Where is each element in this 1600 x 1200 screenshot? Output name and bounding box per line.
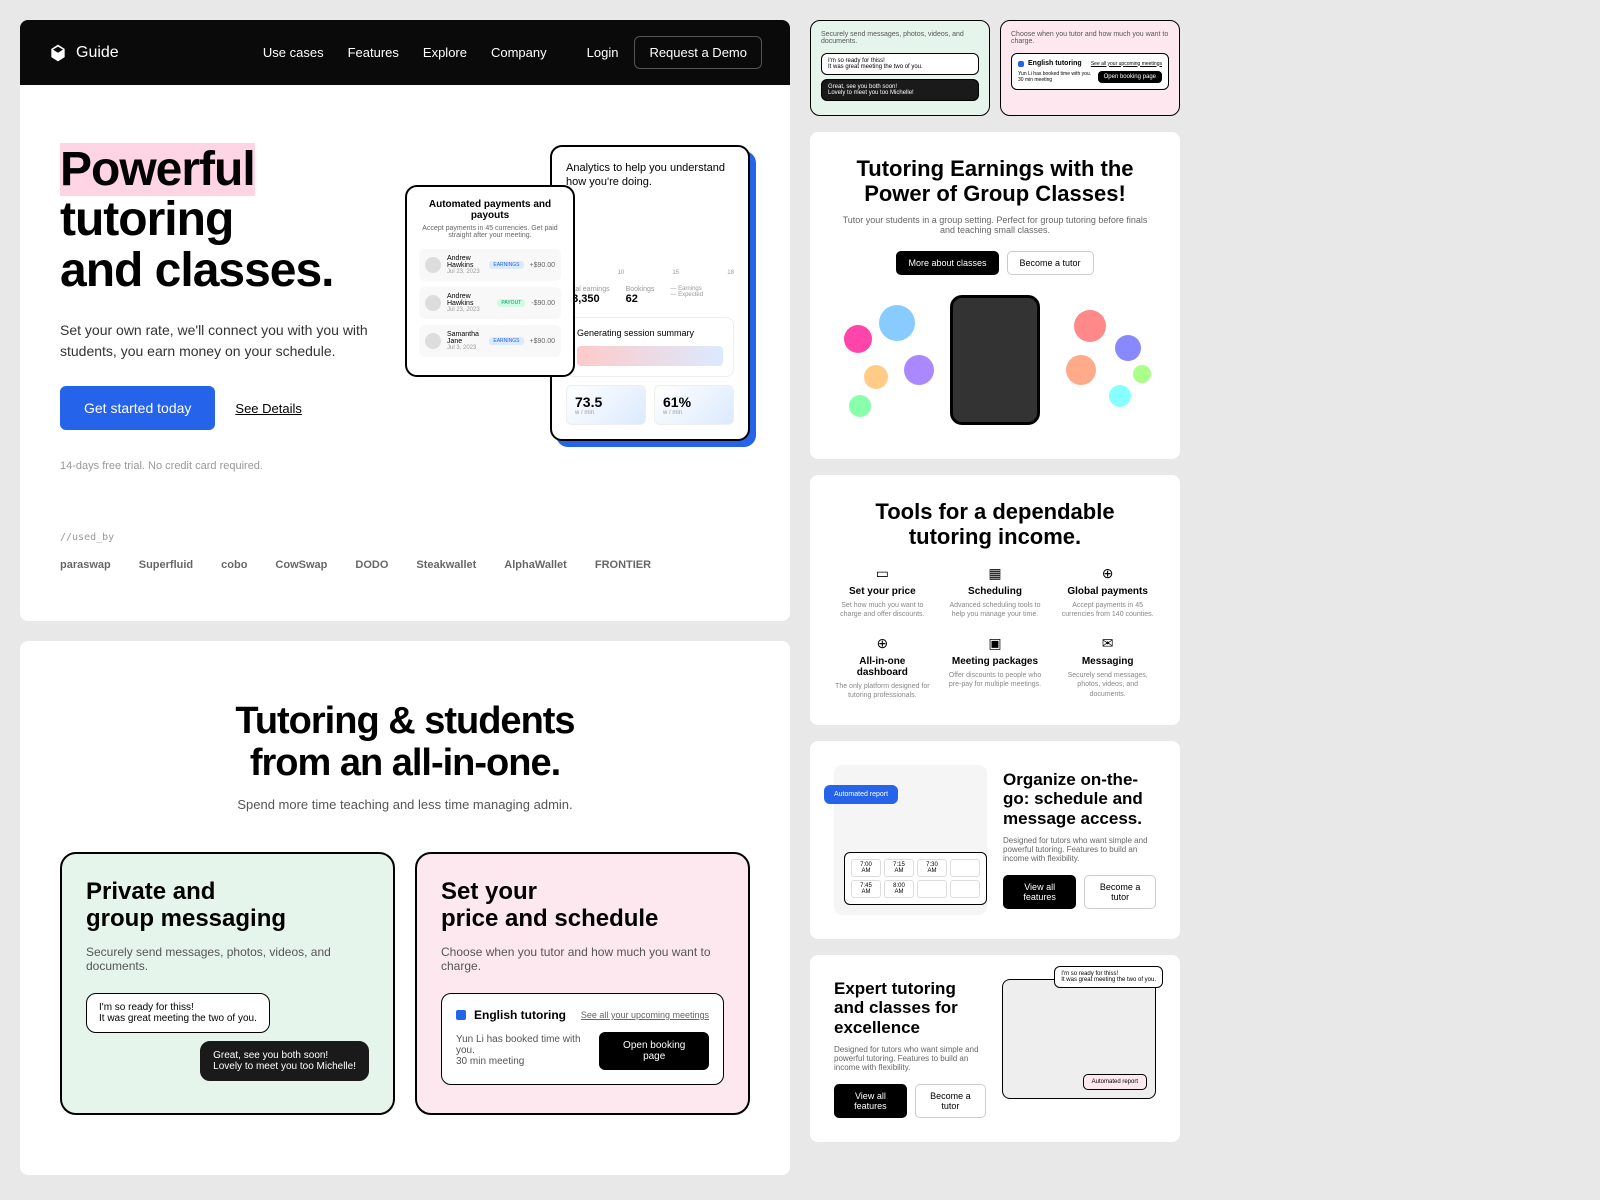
section-title: Expert tutoring and classes for excellen… (834, 979, 986, 1038)
tool-dashboard: ⊕All-in-one dashboardThe only platform d… (834, 635, 931, 700)
hero-section: Powerful tutoring and classes. Set your … (20, 85, 790, 621)
card-icon: ▭ (834, 565, 931, 582)
tool-payments: ⊕Global paymentsAccept payments in 45 cu… (1059, 565, 1156, 619)
logo-steakwallet: Steakwallet (416, 559, 476, 571)
mini-feature-cards: Securely send messages, photos, videos, … (810, 20, 1180, 116)
section-title: Tutoring & studentsfrom an all-in-one. (60, 701, 750, 785)
package-icon: ▣ (947, 635, 1044, 652)
tool-messaging: ✉MessagingSecurely send messages, photos… (1059, 635, 1156, 700)
metric-percent: 61%w / min (654, 385, 734, 425)
logo-superfluid: Superfluid (139, 559, 193, 571)
avatars-cloud (834, 295, 1156, 435)
payment-row: Samantha JaneJul 3, 2023 EARNINGS +$90.0… (419, 325, 561, 357)
square-icon (456, 1010, 466, 1020)
messaging-card: Private andgroup messaging Securely send… (60, 852, 395, 1115)
demo-button[interactable]: Request a Demo (634, 36, 762, 69)
hero-description: Set your own rate, we'll connect you wit… (60, 320, 385, 362)
nav-usecases[interactable]: Use cases (263, 45, 324, 60)
view-features-button[interactable]: View all features (1003, 875, 1076, 909)
logo-paraswap: paraswap (60, 559, 111, 571)
section-description: Designed for tutors who want simple and … (1003, 836, 1156, 863)
payments-title: Automated payments and payouts (419, 199, 561, 221)
card-description: Choose when you tutor and how much you w… (441, 945, 724, 973)
organize-visual: Automated report 7:00 AM7:15 AM7:30 AM 7… (834, 765, 987, 915)
group-classes-section: Tutoring Earnings with thePower of Group… (810, 132, 1180, 459)
payments-sub: Accept payments in 45 currencies. Get pa… (419, 225, 561, 239)
payment-row: Andrew HawkinsJul 23, 2023 EARNINGS +$90… (419, 249, 561, 281)
logo[interactable]: Guide (48, 43, 119, 63)
section-title: Tutoring Earnings with thePower of Group… (834, 156, 1156, 207)
chat-bubble: I'm so ready for thiss!It was great meet… (1054, 966, 1163, 988)
report-badge: Automated report (824, 785, 898, 804)
section-description: Designed for tutors who want simple and … (834, 1045, 986, 1072)
all-in-one-section: Tutoring & studentsfrom an all-in-one. S… (20, 641, 790, 1175)
pricing-card: Set yourprice and schedule Choose when y… (415, 852, 750, 1115)
more-classes-button[interactable]: More about classes (896, 251, 998, 275)
see-details-link[interactable]: See Details (235, 401, 301, 416)
become-tutor-button[interactable]: Become a tutor (1084, 875, 1156, 909)
view-features-button[interactable]: View all features (834, 1084, 907, 1118)
card-description: Securely send messages, photos, videos, … (86, 945, 369, 973)
hero-title: Powerful tutoring and classes. (60, 145, 385, 296)
main-header: Guide Use cases Features Explore Company… (20, 20, 790, 85)
logo-dodo: DODO (355, 559, 388, 571)
login-link[interactable]: Login (587, 45, 619, 60)
avatar-icon (425, 295, 441, 311)
nav-features[interactable]: Features (348, 45, 399, 60)
logo-cobo: cobo (221, 559, 247, 571)
analytics-title: Analytics to help you understand how you… (566, 161, 734, 190)
avatar-icon (425, 257, 441, 273)
brand-name: Guide (76, 44, 119, 62)
card-title: Set yourprice and schedule (441, 878, 724, 933)
logo-alphawallet: AlphaWallet (504, 559, 567, 571)
section-subtitle: Spend more time teaching and less time m… (60, 797, 750, 812)
nav-company[interactable]: Company (491, 45, 547, 60)
main-nav: Use cases Features Explore Company (263, 45, 547, 60)
bar-chart (566, 202, 734, 262)
section-title: Tools for a dependabletutoring income. (834, 499, 1156, 550)
metric-wpm: 73.5w / min (566, 385, 646, 425)
section-title: Organize on-the-go: schedule and message… (1003, 770, 1156, 829)
section-subtitle: Tutor your students in a group setting. … (834, 215, 1156, 235)
calendar-icon: ▦ (947, 565, 1044, 582)
avatar-icon (425, 333, 441, 349)
logo-icon (48, 43, 68, 63)
mini-pricing-card: Choose when you tutor and how much you w… (1000, 20, 1180, 116)
organize-section: Automated report 7:00 AM7:15 AM7:30 AM 7… (810, 741, 1180, 939)
payment-row: Andrew HawkinsJul 23, 2023 PAYOUT -$90.0… (419, 287, 561, 319)
see-all-link[interactable]: See all your upcoming meetings (581, 1010, 709, 1020)
card-title: Private andgroup messaging (86, 878, 369, 933)
mail-icon: ✉ (1059, 635, 1156, 652)
expert-visual: I'm so ready for thiss!It was great meet… (1002, 979, 1156, 1099)
payments-card: Automated payments and payouts Accept pa… (405, 185, 575, 377)
get-started-button[interactable]: Get started today (60, 386, 215, 430)
chat-bubble: I'm so ready for thiss!It was great meet… (86, 993, 270, 1033)
tool-scheduling: ▦SchedulingAdvanced scheduling tools to … (947, 565, 1044, 619)
phone-mockup (950, 295, 1040, 425)
logo-frontier: FRONTIER (595, 559, 651, 571)
globe-icon: ⊕ (834, 635, 931, 652)
report-badge: Automated report (1083, 1074, 1147, 1090)
nav-explore[interactable]: Explore (423, 45, 467, 60)
tool-price: ▭Set your priceSet how much you want to … (834, 565, 931, 619)
used-by-section: //used_by paraswap Superfluid cobo CowSw… (60, 532, 750, 571)
used-by-label: //used_by (60, 532, 750, 543)
open-booking-button[interactable]: Open booking page (1098, 71, 1162, 83)
open-booking-button[interactable]: Open booking page (599, 1032, 709, 1070)
mini-messaging-card: Securely send messages, photos, videos, … (810, 20, 990, 116)
time-grid: 7:00 AM7:15 AM7:30 AM 7:45 AM8:00 AM (844, 852, 987, 905)
become-tutor-button[interactable]: Become a tutor (915, 1084, 986, 1118)
tools-section: Tools for a dependabletutoring income. ▭… (810, 475, 1180, 725)
logo-cowswap: CowSwap (275, 559, 327, 571)
tool-packages: ▣Meeting packagesOffer discounts to peop… (947, 635, 1044, 700)
chat-bubble: Great, see you both soon!Lovely to meet … (200, 1041, 369, 1081)
booking-box: English tutoring See all your upcoming m… (441, 993, 724, 1085)
expert-section: Expert tutoring and classes for excellen… (810, 955, 1180, 1143)
globe-icon: ⊕ (1059, 565, 1156, 582)
session-summary: Generating session summary (566, 317, 734, 377)
analytics-card: Analytics to help you understand how you… (550, 145, 750, 441)
hero-note: 14-days free trial. No credit card requi… (60, 460, 385, 472)
become-tutor-button[interactable]: Become a tutor (1007, 251, 1094, 275)
